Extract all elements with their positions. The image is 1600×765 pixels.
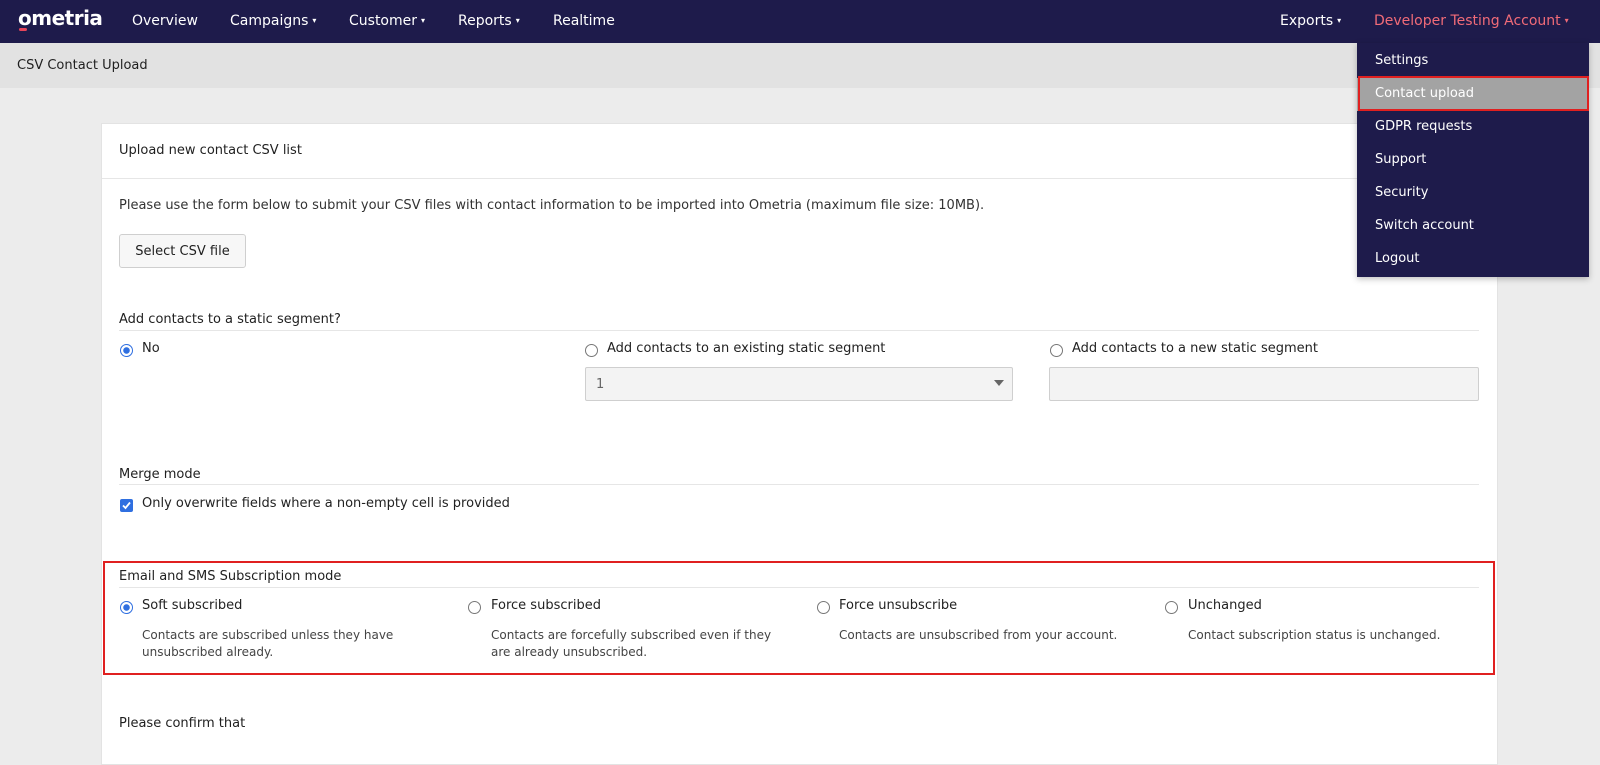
- segment-new-label: Add contacts to a new static segment: [1072, 341, 1318, 356]
- nav-reports[interactable]: Reports ▾: [458, 13, 520, 29]
- segment-section-title: Add contacts to a static segment?: [119, 312, 341, 327]
- menu-item-label: Support: [1375, 152, 1427, 167]
- menu-item-label: Security: [1375, 185, 1429, 200]
- existing-segment-select[interactable]: 1: [585, 367, 1013, 401]
- nav-overview[interactable]: Overview: [132, 13, 198, 29]
- chevron-down-icon: ▾: [312, 16, 317, 25]
- nav-exports[interactable]: Exports ▾: [1280, 13, 1341, 29]
- nav-reports-label: Reports: [458, 13, 512, 29]
- ometria-logo[interactable]: ometria: [18, 6, 103, 30]
- menu-item-label: Switch account: [1375, 218, 1474, 233]
- nav-customer-label: Customer: [349, 13, 418, 29]
- section-divider: [119, 484, 1479, 485]
- select-csv-button[interactable]: Select CSV file: [119, 234, 246, 268]
- merge-mode-label: Only overwrite fields where a non-empty …: [142, 496, 510, 511]
- segment-no-label: No: [142, 341, 160, 356]
- chevron-down-icon: ▾: [515, 16, 520, 25]
- menu-item-logout[interactable]: Logout: [1357, 243, 1589, 276]
- chevron-down-icon: ▾: [421, 16, 426, 25]
- segment-no-radio[interactable]: [120, 344, 133, 357]
- page-title: CSV Contact Upload: [17, 58, 148, 73]
- merge-mode-checkbox[interactable]: [120, 499, 133, 512]
- nav-exports-label: Exports: [1280, 13, 1334, 29]
- checkmark-icon: [122, 501, 131, 510]
- nav-realtime-label: Realtime: [553, 13, 615, 29]
- chevron-down-icon: ▾: [1564, 16, 1569, 25]
- menu-item-label: GDPR requests: [1375, 119, 1473, 134]
- nav-realtime[interactable]: Realtime: [553, 13, 615, 29]
- nav-account-menu[interactable]: Developer Testing Account ▾: [1374, 13, 1569, 29]
- subscription-highlight-box: [103, 561, 1495, 675]
- nav-customer[interactable]: Customer ▾: [349, 13, 425, 29]
- segment-new-radio[interactable]: [1050, 344, 1063, 357]
- nav-overview-label: Overview: [132, 13, 198, 29]
- logo-accent-mark: [19, 28, 27, 31]
- upload-instructions: Please use the form below to submit your…: [119, 198, 985, 213]
- nav-campaigns-label: Campaigns: [230, 13, 309, 29]
- segment-existing-radio[interactable]: [585, 344, 598, 357]
- card-divider: [102, 178, 1495, 179]
- nav-account-label: Developer Testing Account: [1374, 13, 1561, 29]
- card-title: Upload new contact CSV list: [119, 143, 302, 158]
- section-divider: [119, 330, 1479, 331]
- chevron-down-icon: ▾: [1337, 16, 1342, 25]
- dropdown-arrow-icon: [994, 380, 1004, 386]
- menu-item-settings[interactable]: Settings: [1357, 45, 1589, 78]
- menu-item-label: Logout: [1375, 251, 1420, 266]
- nav-campaigns[interactable]: Campaigns ▾: [230, 13, 316, 29]
- segment-existing-label: Add contacts to an existing static segme…: [607, 341, 886, 356]
- menu-item-gdpr-requests[interactable]: GDPR requests: [1357, 111, 1589, 144]
- new-segment-name-input[interactable]: [1049, 367, 1479, 401]
- top-navigation-bar: ometria Overview Campaigns ▾ Customer ▾ Re…: [0, 0, 1600, 43]
- menu-item-security[interactable]: Security: [1357, 177, 1589, 210]
- menu-item-support[interactable]: Support: [1357, 144, 1589, 177]
- existing-segment-select-value: 1: [596, 377, 605, 392]
- contact-upload-highlight-box: [1358, 76, 1589, 111]
- merge-section-title: Merge mode: [119, 467, 201, 482]
- menu-item-label: Settings: [1375, 53, 1429, 68]
- menu-item-switch-account[interactable]: Switch account: [1357, 210, 1589, 243]
